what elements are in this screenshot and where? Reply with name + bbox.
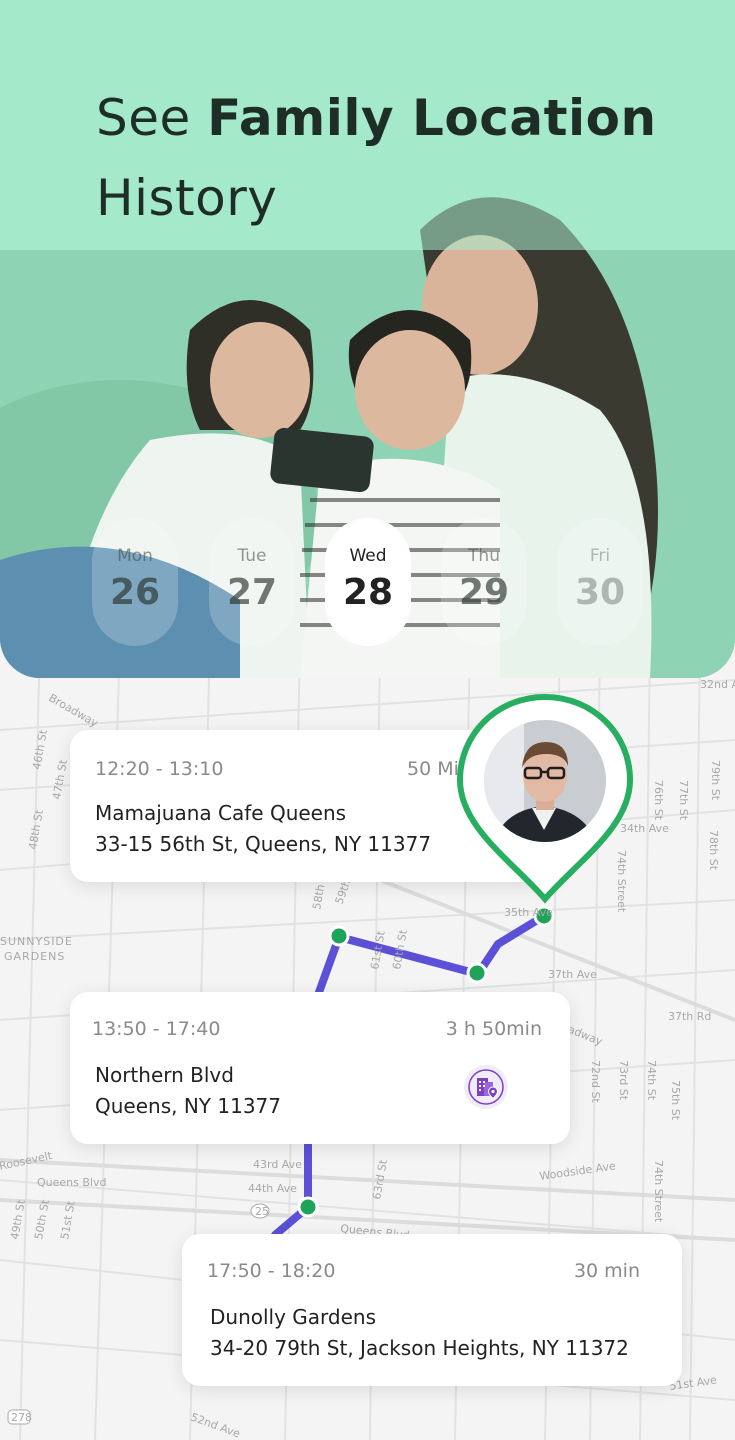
headline: See Family Location History <box>96 78 657 238</box>
day-selector: Mon 26 Tue 27 Wed 28 Thu 29 Fri 30 <box>92 518 652 646</box>
visit-place: Northern Blvd Queens, NY 11377 <box>95 1060 281 1122</box>
label-queens-blvd: Queens Blvd <box>37 1176 106 1189</box>
route-25-shield: 25 <box>250 1203 270 1219</box>
label-72nd-st: 72nd St <box>589 1060 602 1103</box>
day-date: 29 <box>458 572 510 613</box>
label-43rd-ave: 43rd Ave <box>253 1158 302 1171</box>
visit-name: Northern Blvd <box>95 1063 234 1087</box>
label-73rd-st: 73rd St <box>617 1060 630 1101</box>
label-32nd-ave: 32nd Ave <box>700 678 735 691</box>
svg-text:278: 278 <box>11 1411 32 1424</box>
hero-banner: See Family Location History Mon 26 Tue 2… <box>0 0 735 678</box>
visit-time: 12:20 - 13:10 <box>95 758 224 780</box>
day-name: Wed <box>349 546 387 566</box>
visit-place: Dunolly Gardens 34-20 79th St, Jackson H… <box>210 1302 629 1364</box>
visit-duration: 30 min <box>573 1260 640 1282</box>
label-37th-rd: 37th Rd <box>668 1010 711 1023</box>
day-tue[interactable]: Tue 27 <box>209 518 295 646</box>
visit-place: Mamajuana Cafe Queens 33-15 56th St, Que… <box>95 798 431 860</box>
day-date: 27 <box>226 572 278 613</box>
day-date: 26 <box>109 572 161 613</box>
day-thu[interactable]: Thu 29 <box>441 518 527 646</box>
visit-address: 33-15 56th St, Queens, NY 11377 <box>95 832 432 856</box>
day-wed-selected[interactable]: Wed 28 <box>325 518 411 646</box>
visit-duration: 3 h 50min <box>445 1018 542 1040</box>
day-date: 28 <box>342 572 394 613</box>
visit-address: 34-20 79th St, Jackson Heights, NY 11372 <box>210 1336 629 1360</box>
building-location-icon <box>464 1065 508 1109</box>
visit-time: 17:50 - 18:20 <box>207 1260 336 1282</box>
label-74th-st: 74th St <box>645 1060 658 1101</box>
member-avatar[interactable] <box>484 720 606 842</box>
day-name: Thu <box>468 546 500 566</box>
label-35th-ave: 35th Ave <box>504 906 553 919</box>
day-fri[interactable]: Fri 30 <box>557 518 643 646</box>
headline-regular: See <box>96 89 208 147</box>
route-278-shield: 278 <box>7 1409 32 1425</box>
visit-name: Dunolly Gardens <box>210 1305 377 1329</box>
label-gardens: GARDENS <box>4 950 65 963</box>
label-37th-ave: 37th Ave <box>548 968 597 981</box>
label-78th-st: 78th St <box>707 830 720 871</box>
label-77th-st: 77th St <box>677 780 690 821</box>
label-76th-st: 76th St <box>652 780 665 821</box>
visit-card-3[interactable]: 17:50 - 18:20 30 min Dunolly Gardens 34-… <box>182 1234 682 1386</box>
label-75th-st: 75th St <box>669 1080 682 1121</box>
visit-name: Mamajuana Cafe Queens <box>95 801 347 825</box>
visit-time: 13:50 - 17:40 <box>92 1018 221 1040</box>
visit-address: Queens, NY 11377 <box>95 1094 281 1118</box>
label-44th-ave: 44th Ave <box>248 1182 297 1195</box>
label-74th-street-south: 74th Street <box>652 1160 665 1223</box>
label-sunnyside: SUNNYSIDE <box>0 935 73 948</box>
day-name: Mon <box>117 546 153 566</box>
day-mon[interactable]: Mon 26 <box>92 518 178 646</box>
day-date: 30 <box>574 572 626 613</box>
visit-card-2[interactable]: 13:50 - 17:40 3 h 50min Northern Blvd Qu… <box>70 992 570 1144</box>
day-name: Fri <box>589 546 611 566</box>
svg-text:25: 25 <box>255 1205 269 1218</box>
headline-line2: History <box>96 169 278 227</box>
label-79th-st: 79th St <box>709 760 722 801</box>
day-name: Tue <box>237 546 267 566</box>
headline-bold: Family Location <box>207 89 657 147</box>
